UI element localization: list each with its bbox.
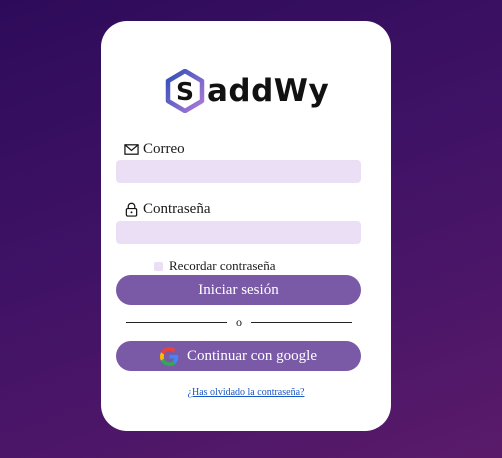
divider-line-left xyxy=(126,321,227,323)
email-field[interactable] xyxy=(116,160,361,183)
divider: o xyxy=(126,315,352,329)
password-field[interactable] xyxy=(116,221,361,244)
google-icon xyxy=(160,346,179,366)
login-card: S addWy Correo Contraseña Recordar contr… xyxy=(101,21,391,431)
remember-row[interactable]: Recordar contraseña xyxy=(154,258,275,274)
email-label: Correo xyxy=(124,139,185,159)
password-label: Contraseña xyxy=(124,199,210,219)
divider-line-right xyxy=(251,321,352,323)
hexagon-logo-icon: S xyxy=(165,69,205,113)
google-button-label: Continuar con google xyxy=(187,347,317,364)
logo-letter: S xyxy=(176,77,194,106)
forgot-password-link[interactable]: ¿Has olvidado la contraseña? xyxy=(101,387,391,398)
remember-checkbox[interactable] xyxy=(154,261,163,271)
email-label-text: Correo xyxy=(143,140,185,157)
divider-text: o xyxy=(236,315,242,329)
lock-icon xyxy=(125,202,138,217)
brand-name: addWy xyxy=(207,73,330,109)
brand-logo: S addWy xyxy=(165,68,329,114)
google-login-button[interactable]: Continuar con google xyxy=(116,341,361,371)
remember-label: Recordar contraseña xyxy=(169,258,276,273)
password-label-text: Contraseña xyxy=(143,200,211,217)
envelope-icon xyxy=(124,143,139,155)
login-button[interactable]: Iniciar sesión xyxy=(116,275,361,305)
